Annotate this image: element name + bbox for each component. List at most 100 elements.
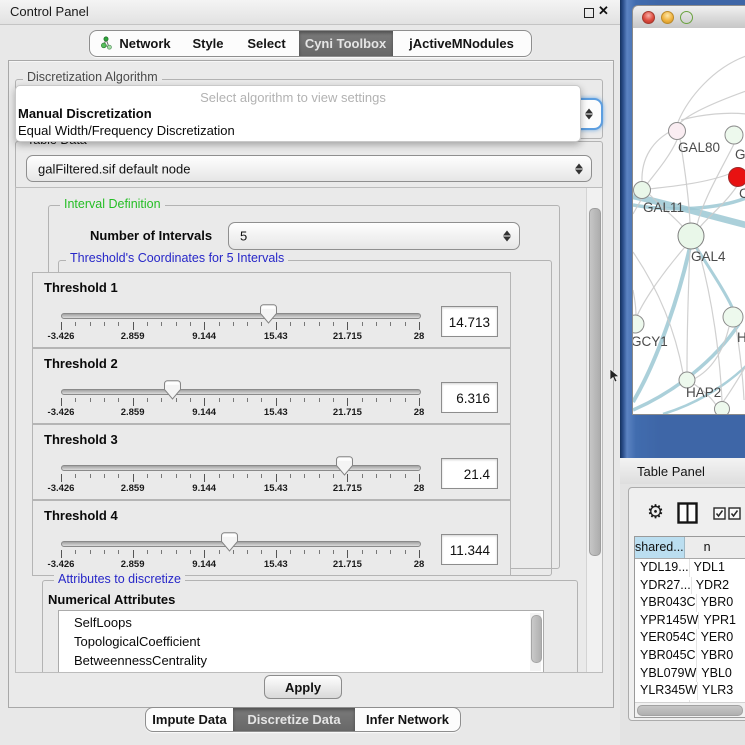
table-row[interactable]: YDR27...YDR2 (635, 577, 745, 595)
tab-infer-network[interactable]: Infer Network (355, 708, 460, 731)
node-label-h: H (737, 330, 745, 345)
node-red[interactable] (729, 168, 745, 187)
panel-scrollbar-thumb[interactable] (589, 208, 601, 556)
network-edge[interactable] (637, 247, 685, 316)
minor-tick (290, 398, 291, 402)
minor-tick (247, 398, 248, 402)
minor-tick (390, 474, 391, 478)
tab-select[interactable]: Select (235, 31, 299, 56)
table-row[interactable]: YPR145WYPR1 (635, 612, 745, 630)
slider-ticks (61, 398, 419, 406)
panel-scrollbar[interactable] (586, 188, 602, 672)
tab-discretize-data[interactable]: Discretize Data (233, 708, 355, 731)
tick-label: -3.426 (48, 407, 75, 418)
number-of-intervals-combobox[interactable]: 5 (228, 222, 520, 250)
network-edge[interactable] (687, 249, 690, 372)
threshold-value-field[interactable]: 6.316 (441, 382, 498, 413)
combo-stepper-icon[interactable] (585, 109, 593, 120)
list-scrollbar-thumb[interactable] (531, 615, 542, 663)
tick-label: 2.859 (121, 407, 145, 418)
threshold-slider-handle[interactable] (221, 532, 238, 552)
tab-network[interactable]: Network (90, 31, 182, 56)
major-tick (133, 322, 134, 330)
threshold-value-field[interactable]: 14.713 (441, 306, 498, 337)
control-panel-title: Control Panel (10, 4, 89, 19)
threshold-slider-track[interactable] (61, 389, 421, 395)
column-header-name[interactable]: n (685, 537, 745, 558)
table-data-combobox[interactable]: galFiltered.sif default node (26, 155, 592, 182)
table-row[interactable]: YBL079WYBL0 (635, 665, 745, 683)
dropdown-item-equal-width-frequency[interactable]: Equal Width/Frequency Discretization (18, 123, 235, 138)
threshold-value-field[interactable]: 11.344 (441, 534, 498, 565)
network-view-canvas[interactable]: GAL80GACGAL11GAL4GCY1HHAP2 (632, 28, 745, 415)
attribute-list-item[interactable]: SelfLoops (59, 613, 543, 632)
node-h[interactable] (723, 307, 743, 327)
tab-jactivemnodules[interactable]: jActiveMNodules (393, 31, 531, 56)
apply-button[interactable]: Apply (264, 675, 342, 699)
major-tick (419, 474, 420, 482)
numerical-attributes-label: Numerical Attributes (48, 592, 175, 607)
checkbox-checked-icon[interactable] (728, 507, 741, 520)
table-cell: YDL19... (635, 559, 690, 577)
threshold-slider-track[interactable] (61, 465, 421, 471)
attribute-list-item[interactable]: TopologicalCoefficient (59, 632, 543, 651)
network-edge[interactable] (678, 56, 745, 122)
network-edge[interactable] (647, 140, 677, 184)
minor-tick (405, 550, 406, 554)
threshold-value-field[interactable]: 21.4 (441, 458, 498, 489)
major-tick (276, 398, 277, 406)
dropdown-item-manual-discretization[interactable]: Manual Discretization (18, 106, 152, 121)
major-tick (133, 398, 134, 406)
minor-tick (261, 474, 262, 478)
zoom-traffic-light[interactable] (680, 11, 693, 24)
minor-tick (362, 322, 363, 326)
network-edge[interactable] (694, 327, 729, 379)
tab-cyni-toolbox[interactable]: Cyni Toolbox (299, 31, 393, 56)
node-gal11[interactable] (634, 182, 651, 199)
column-header-shared-name[interactable]: shared... (635, 537, 685, 558)
control-panel-titlebar: Control Panel ✕ (0, 0, 620, 25)
threshold-slider-track[interactable] (61, 541, 421, 547)
minor-tick (118, 398, 119, 402)
minor-tick (319, 398, 320, 402)
threshold-slider-track[interactable] (61, 313, 421, 319)
node-green-top[interactable] (725, 126, 743, 144)
attribute-list-item[interactable]: BetweennessCentrality (59, 651, 543, 670)
node-gal4[interactable] (678, 223, 704, 249)
gear-icon[interactable]: ⚙ (647, 503, 664, 522)
split-columns-icon[interactable] (677, 502, 698, 524)
tab-style[interactable]: Style (182, 31, 235, 56)
network-edge[interactable] (633, 290, 636, 316)
table-horizontal-scrollbar[interactable] (635, 702, 745, 717)
combo-stepper-icon[interactable] (503, 231, 511, 242)
node-bottom[interactable] (715, 402, 730, 415)
minor-tick (247, 322, 248, 326)
major-tick (61, 398, 62, 406)
close-traffic-light[interactable] (642, 11, 655, 24)
tick-label: 9.144 (192, 331, 216, 342)
table-row[interactable]: YBR043CYBR0 (635, 594, 745, 612)
table-horizontal-scrollbar-thumb[interactable] (637, 705, 743, 716)
table-row[interactable]: YLR345WYLR3 (635, 682, 745, 700)
node-label-gal4: GAL4 (691, 249, 726, 264)
table-row[interactable]: YER054CYER0 (635, 629, 745, 647)
minor-tick (304, 550, 305, 554)
float-window-icon[interactable] (584, 8, 594, 18)
threshold-slider-handle[interactable] (260, 304, 277, 324)
threshold-slider-handle[interactable] (336, 456, 353, 476)
tab-impute-data[interactable]: Impute Data (146, 708, 233, 731)
checkbox-checked-icon[interactable] (713, 507, 726, 520)
node-gcy1[interactable] (633, 315, 644, 333)
threshold-slider-handle[interactable] (164, 380, 181, 400)
table-row[interactable]: YBR045CYBR0 (635, 647, 745, 665)
minor-tick (176, 398, 177, 402)
list-scrollbar[interactable] (530, 613, 541, 671)
network-edge[interactable] (681, 113, 745, 120)
minimize-traffic-light[interactable] (661, 11, 674, 24)
combo-stepper-icon[interactable] (575, 163, 583, 174)
minor-tick (290, 322, 291, 326)
close-icon[interactable]: ✕ (598, 3, 609, 19)
node-pink[interactable] (669, 123, 686, 140)
table-row[interactable]: YDL19...YDL1 (635, 559, 745, 577)
minor-tick (90, 550, 91, 554)
